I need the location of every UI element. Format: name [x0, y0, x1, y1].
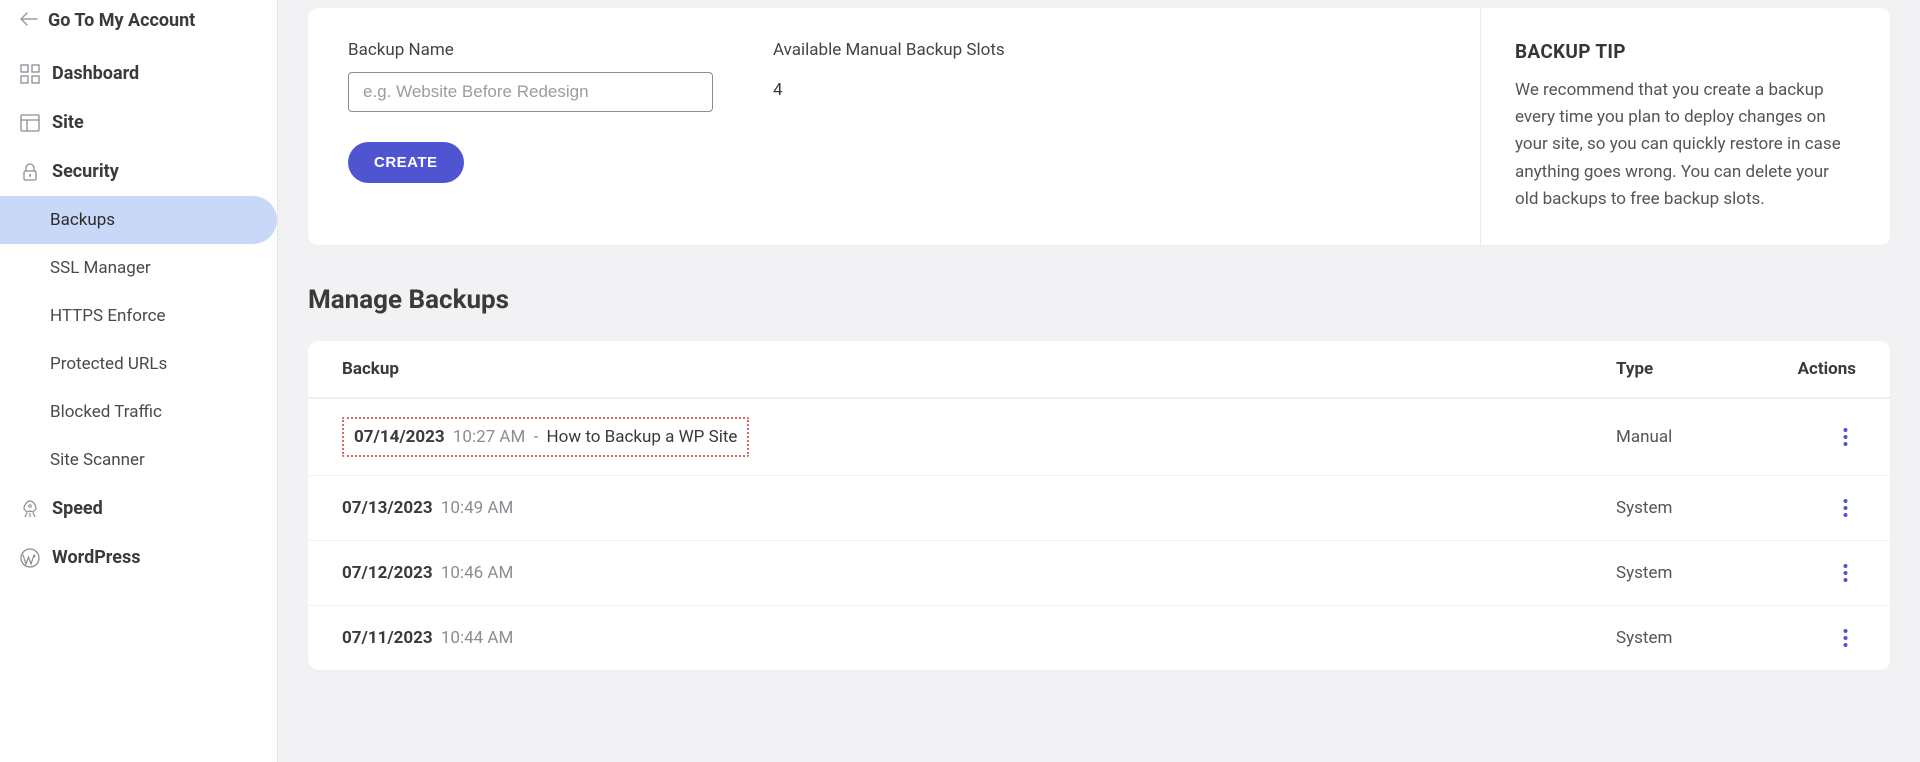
row-actions-menu[interactable]	[1835, 494, 1856, 522]
sidebar-subitem-ssl-manager[interactable]: SSL Manager	[0, 244, 277, 292]
backup-time: 10:27 AM	[449, 427, 526, 447]
backup-date: 07/13/2023	[342, 498, 433, 518]
backup-type: Manual	[1616, 427, 1766, 447]
row-actions-menu[interactable]	[1835, 559, 1856, 587]
table-row: 07/13/2023 10:49 AMSystem	[308, 475, 1890, 540]
actions-cell	[1766, 559, 1856, 587]
sidebar-item-wordpress[interactable]: WordPress	[0, 533, 277, 582]
sidebar-item-site[interactable]: Site	[0, 98, 277, 147]
backup-date: 07/14/2023	[354, 427, 445, 447]
sidebar-item-label: Dashboard	[52, 63, 139, 84]
table-row: 07/11/2023 10:44 AMSystem	[308, 605, 1890, 670]
backup-type: System	[1616, 628, 1766, 648]
backup-time: 10:46 AM	[437, 563, 514, 583]
manage-backups-title: Manage Backups	[308, 285, 1890, 315]
backup-date: 07/11/2023	[342, 628, 433, 648]
backup-name: How to Backup a WP Site	[547, 427, 738, 447]
backup-time: 10:44 AM	[437, 628, 514, 648]
col-header-backup: Backup	[342, 359, 1616, 379]
available-slots-label: Available Manual Backup Slots	[773, 40, 1005, 60]
table-row: 07/12/2023 10:46 AMSystem	[308, 540, 1890, 605]
sidebar-subitem-site-scanner[interactable]: Site Scanner	[0, 436, 277, 484]
sidebar-item-dashboard[interactable]: Dashboard	[0, 49, 277, 98]
backup-name-label: Backup Name	[348, 40, 713, 60]
backup-type: System	[1616, 498, 1766, 518]
arrow-left-icon	[20, 10, 48, 31]
backup-cell: 07/14/2023 10:27 AM - How to Backup a WP…	[342, 417, 1616, 457]
sidebar-item-label: Site	[52, 112, 84, 133]
backup-cell: 07/13/2023 10:49 AM	[342, 498, 1616, 518]
create-button[interactable]: CREATE	[348, 142, 464, 183]
sidebar-subitem-blocked-traffic[interactable]: Blocked Traffic	[0, 388, 277, 436]
sidebar-subitem-https-enforce[interactable]: HTTPS Enforce	[0, 292, 277, 340]
sidebar-item-label: Speed	[52, 498, 103, 519]
backup-tip-text: We recommend that you create a backup ev…	[1515, 77, 1856, 213]
sidebar-subitem-backups[interactable]: Backups	[0, 196, 277, 244]
row-actions-menu[interactable]	[1835, 624, 1856, 652]
sidebar-subitem-protected-urls[interactable]: Protected URLs	[0, 340, 277, 388]
sidebar: Go To My Account Dashboard Site Security Ba…	[0, 0, 278, 762]
col-header-type: Type	[1616, 359, 1766, 379]
backup-time: 10:49 AM	[437, 498, 514, 518]
lock-icon	[20, 162, 40, 182]
rocket-icon	[20, 499, 40, 519]
go-to-account-label: Go To My Account	[48, 10, 195, 31]
sidebar-item-speed[interactable]: Speed	[0, 484, 277, 533]
available-slots-value: 4	[773, 72, 1005, 100]
table-row: 07/14/2023 10:27 AM - How to Backup a WP…	[308, 398, 1890, 475]
backup-name-input[interactable]	[348, 72, 713, 112]
wordpress-icon	[20, 548, 40, 568]
backup-cell: 07/11/2023 10:44 AM	[342, 628, 1616, 648]
backups-table: Backup Type Actions 07/14/2023 10:27 AM …	[308, 341, 1890, 670]
main-content: Backup Name Available Manual Backup Slot…	[278, 0, 1920, 762]
row-actions-menu[interactable]	[1835, 423, 1856, 451]
actions-cell	[1766, 423, 1856, 451]
backup-type: System	[1616, 563, 1766, 583]
sidebar-item-label: Security	[52, 161, 119, 182]
create-backup-card: Backup Name Available Manual Backup Slot…	[308, 8, 1890, 245]
backup-date: 07/12/2023	[342, 563, 433, 583]
go-to-account-link[interactable]: Go To My Account	[0, 0, 277, 49]
col-header-actions: Actions	[1766, 359, 1856, 379]
actions-cell	[1766, 624, 1856, 652]
grid-icon	[20, 64, 40, 84]
sidebar-item-security[interactable]: Security	[0, 147, 277, 196]
backup-tip-title: BACKUP TIP	[1515, 40, 1856, 63]
layout-icon	[20, 113, 40, 133]
backup-cell: 07/12/2023 10:46 AM	[342, 563, 1616, 583]
table-header: Backup Type Actions	[308, 341, 1890, 398]
actions-cell	[1766, 494, 1856, 522]
sidebar-item-label: WordPress	[52, 547, 140, 568]
